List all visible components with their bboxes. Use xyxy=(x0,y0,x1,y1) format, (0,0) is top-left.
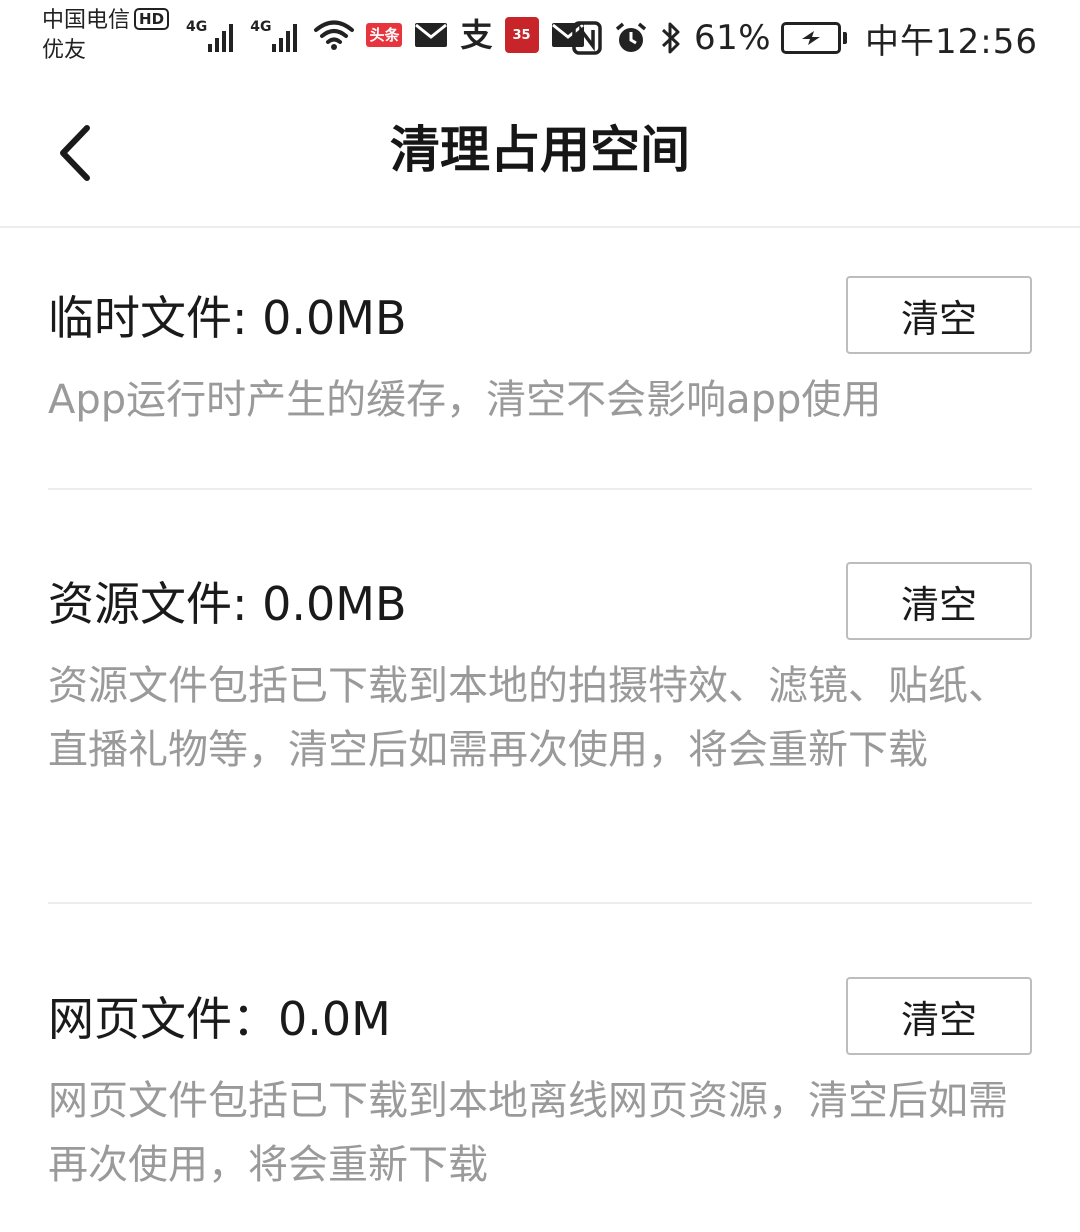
temp-files-section: 临时文件: 0.0MB 清空 App运行时产生的缓存，清空不会影响app使用 xyxy=(48,276,1032,446)
wifi-icon xyxy=(314,19,355,51)
hd-badge: HD xyxy=(134,8,170,30)
notification-icons: 4G 4G 头条 支 35 xyxy=(186,14,597,56)
clear-web-files-button[interactable]: 清空 xyxy=(846,977,1032,1055)
bluetooth-icon xyxy=(660,20,682,56)
temp-files-title: 临时文件: 0.0MB xyxy=(48,291,407,345)
web-files-description: 网页文件包括已下载到本地离线网页资源，清空后如需再次使用，将会重新下载 xyxy=(48,1078,1008,1188)
toutiao-icon: 头条 xyxy=(366,23,403,47)
alipay-icon: 支 xyxy=(460,16,493,54)
network-type-label: 4G xyxy=(250,19,272,35)
mail-icon xyxy=(414,22,448,48)
battery-charging-icon xyxy=(781,22,848,54)
divider xyxy=(48,902,1032,904)
nfc-icon xyxy=(572,21,602,55)
status-bar: 中国电信 HD 优友 4G 4G 头条 支 35 61% 中午12:56 xyxy=(0,0,1080,78)
battery-percent: 61% xyxy=(693,18,772,58)
signal-icon: 4G xyxy=(250,18,302,52)
carrier-name: 中国电信 xyxy=(42,8,131,33)
divider xyxy=(48,488,1032,490)
web-files-section: 网页文件：0.0M 清空 网页文件包括已下载到本地离线网页资源，清空后如需再次使… xyxy=(48,977,1032,1217)
carrier-secondary: 优友 xyxy=(42,38,87,63)
network-type-label: 4G xyxy=(186,19,208,35)
system-status: 61% 中午12:56 xyxy=(572,14,1038,62)
temp-files-description: App运行时产生的缓存，清空不会影响app使用 xyxy=(48,377,882,423)
clear-temp-files-button[interactable]: 清空 xyxy=(846,276,1032,354)
resource-files-title: 资源文件: 0.0MB xyxy=(48,577,407,631)
web-files-title: 网页文件：0.0M xyxy=(48,992,391,1046)
signal-icon: 4G xyxy=(186,18,238,52)
resource-files-section: 资源文件: 0.0MB 清空 资源文件包括已下载到本地的拍摄特效、滤镜、贴纸、直… xyxy=(48,562,1032,852)
carrier-info: 中国电信 HD 优友 xyxy=(42,6,170,66)
page-title: 清理占用空间 xyxy=(390,121,690,179)
clear-resource-files-button[interactable]: 清空 xyxy=(846,562,1032,640)
alarm-icon xyxy=(614,21,648,55)
app-badge-icon: 35 xyxy=(504,17,539,53)
resource-files-description: 资源文件包括已下载到本地的拍摄特效、滤镜、贴纸、直播礼物等，清空后如需再次使用，… xyxy=(48,663,1008,773)
clock: 中午12:56 xyxy=(865,21,1038,62)
title-bar: 清理占用空间 xyxy=(0,78,1080,228)
